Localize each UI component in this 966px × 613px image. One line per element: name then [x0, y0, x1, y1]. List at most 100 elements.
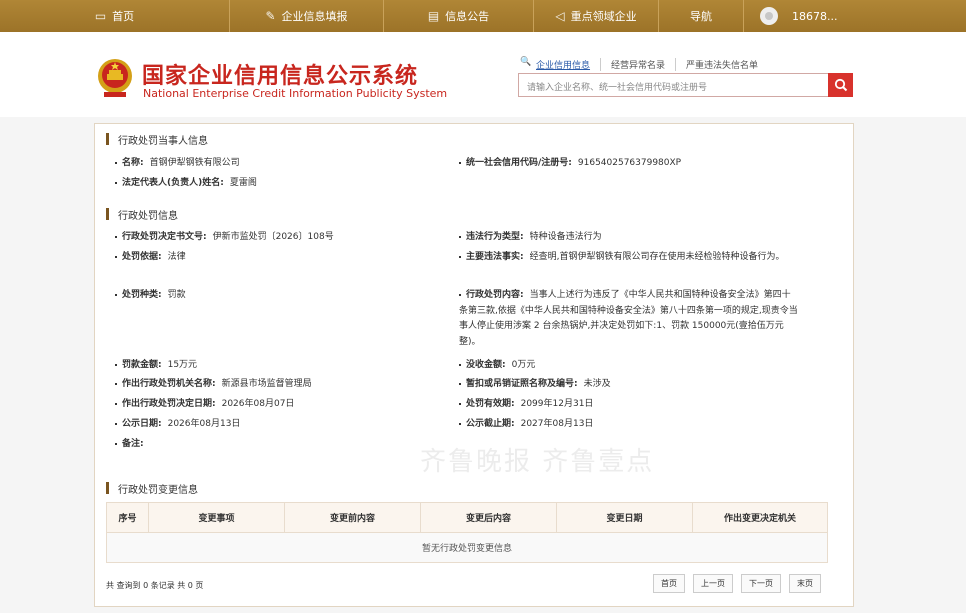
col-date: 变更日期	[556, 502, 693, 533]
field-confiscate-amount-value: 0万元	[511, 360, 536, 370]
field-decision-number-label: 行政处罚决定书文号:	[122, 232, 207, 242]
col-before: 变更前内容	[284, 502, 421, 533]
field-decision-date-value: 2026年08月07日	[221, 399, 295, 409]
nav-home[interactable]: ▭ 首页	[0, 0, 230, 32]
nav-user[interactable]: 18678...	[744, 0, 966, 32]
tab-abnormal-list[interactable]: 经营异常名录	[601, 58, 677, 71]
nav-guide[interactable]: 导航	[659, 0, 744, 32]
nav-fill[interactable]: ✎ 企业信息填报	[230, 0, 384, 32]
avatar	[760, 7, 778, 25]
national-emblem-icon	[98, 59, 132, 97]
field-credit-code-label: 统一社会信用代码/注册号:	[466, 158, 572, 168]
prev-page-button[interactable]: 上一页	[693, 574, 733, 593]
nav-notice[interactable]: ▤ 信息公告	[384, 0, 534, 32]
field-publish-end-label: 公示截止期:	[466, 419, 515, 429]
field-name-label: 名称:	[122, 158, 144, 168]
monitor-icon: ▭	[94, 9, 107, 23]
megaphone-icon: ◁	[555, 9, 565, 23]
field-main-fact-value: 经查明,首钢伊犁钢铁有限公司存在使用未经检验特种设备行为。	[529, 252, 785, 262]
search-tabs: 企业信用信息 经营异常名录 严重违法失信名单	[520, 57, 768, 71]
field-publish-end: 公示截止期: 2027年08月13日	[459, 417, 593, 432]
site-subtitle: National Enterprise Credit Information P…	[143, 87, 448, 100]
field-license-value: 未涉及	[583, 379, 611, 389]
site-title: 国家企业信用信息公示系统	[142, 63, 419, 89]
tab-blacklist[interactable]: 严重违法失信名单	[676, 58, 768, 71]
field-authority-value: 新源县市场监督管理局	[221, 379, 312, 389]
field-representative-value: 夏雷阁	[229, 178, 257, 188]
pen-icon: ✎	[265, 9, 276, 23]
field-credit-code: 统一社会信用代码/注册号: 9165402576379980XP	[459, 156, 681, 171]
col-item: 变更事项	[148, 502, 285, 533]
field-authority: 作出行政处罚机关名称: 新源县市场监督管理局	[115, 377, 312, 392]
watermark: 齐鲁晚报 齐鲁壹点	[420, 446, 655, 477]
section-changes-title: 行政处罚变更信息	[106, 481, 198, 496]
field-decision-number-value: 伊新市监处罚〔2026〕108号	[212, 232, 334, 242]
search-icon	[834, 78, 847, 92]
table-row: 暂无行政处罚变更信息	[106, 532, 828, 563]
field-representative-label: 法定代表人(负责人)姓名:	[122, 178, 224, 188]
field-remark: 备注:	[115, 437, 144, 452]
changes-table: 序号 变更事项 变更前内容 变更后内容 变更日期 作出变更决定机关 暂无行政处罚…	[106, 502, 828, 563]
nav-guide-label: 导航	[690, 10, 712, 23]
nav-fill-label: 企业信息填报	[281, 10, 348, 23]
field-valid-period-value: 2099年12月31日	[520, 399, 594, 409]
pager: 首页 上一页 下一页 末页	[653, 574, 821, 593]
field-representative: 法定代表人(负责人)姓名: 夏雷阁	[115, 176, 257, 191]
field-penalty-content: 行政处罚内容: 当事人上述行为违反了《中华人民共和国特种设备安全法》第四十条第三款…	[459, 288, 799, 350]
field-main-fact-label: 主要违法事实:	[466, 252, 524, 262]
field-fine-amount-label: 罚款金额:	[122, 360, 162, 370]
field-penalty-kind-value: 罚款	[167, 290, 186, 300]
field-fine-amount: 罚款金额: 15万元	[115, 358, 197, 373]
col-index: 序号	[106, 502, 149, 533]
field-main-fact: 主要违法事实: 经查明,首钢伊犁钢铁有限公司存在使用未经检验特种设备行为。	[459, 250, 797, 265]
table-header-row: 序号 变更事项 变更前内容 变更后内容 变更日期 作出变更决定机关	[106, 502, 828, 533]
field-basis: 处罚依据: 法律	[115, 250, 186, 265]
content-panel: 行政处罚当事人信息 名称: 首钢伊犁钢铁有限公司 统一社会信用代码/注册号: 916…	[94, 123, 854, 607]
search-input[interactable]: 请输入企业名称、统一社会信用代码或注册号	[518, 73, 830, 97]
field-license-label: 暂扣或吊销证照名称及编号:	[466, 379, 578, 389]
nav-key-label: 重点领域企业	[570, 10, 637, 23]
field-confiscate-amount: 没收金额: 0万元	[459, 358, 535, 373]
search-button[interactable]	[828, 73, 853, 97]
field-valid-period-label: 处罚有效期:	[466, 399, 515, 409]
field-remark-label: 备注:	[122, 439, 144, 449]
field-license: 暂扣或吊销证照名称及编号: 未涉及	[459, 377, 611, 392]
field-publish-end-value: 2027年08月13日	[520, 419, 594, 429]
tab-credit-info[interactable]: 企业信用信息	[520, 57, 602, 71]
field-penalty-kind-label: 处罚种类:	[122, 290, 162, 300]
field-violation-type-value: 特种设备违法行为	[529, 232, 602, 242]
field-violation-type-label: 违法行为类型:	[466, 232, 524, 242]
nav-key[interactable]: ◁ 重点领域企业	[534, 0, 659, 32]
pager-summary: 共 查询到 0 条记录 共 0 页	[106, 581, 204, 590]
field-confiscate-amount-label: 没收金额:	[466, 360, 506, 370]
field-fine-amount-value: 15万元	[167, 360, 198, 370]
field-name-value: 首钢伊犁钢铁有限公司	[149, 158, 240, 168]
field-basis-label: 处罚依据:	[122, 252, 162, 262]
col-after: 变更后内容	[420, 502, 557, 533]
next-page-button[interactable]: 下一页	[741, 574, 781, 593]
field-authority-label: 作出行政处罚机关名称:	[122, 379, 216, 389]
field-publish-date: 公示日期: 2026年08月13日	[115, 417, 240, 432]
field-decision-date-label: 作出行政处罚决定日期:	[122, 399, 216, 409]
field-violation-type: 违法行为类型: 特种设备违法行为	[459, 230, 602, 245]
field-decision-number: 行政处罚决定书文号: 伊新市监处罚〔2026〕108号	[115, 230, 334, 245]
first-page-button[interactable]: 首页	[653, 574, 685, 593]
top-nav: ▭ 首页 ✎ 企业信息填报 ▤ 信息公告 ◁ 重点领域企业 导航 18678..…	[0, 0, 966, 32]
col-authority: 作出变更决定机关	[692, 502, 828, 533]
field-penalty-content-label: 行政处罚内容:	[466, 290, 524, 300]
section-party-title: 行政处罚当事人信息	[106, 132, 208, 147]
nav-notice-label: 信息公告	[445, 10, 490, 23]
section-penalty-title: 行政处罚信息	[106, 207, 178, 222]
field-name: 名称: 首钢伊犁钢铁有限公司	[115, 156, 240, 171]
field-basis-value: 法律	[167, 252, 186, 262]
document-icon: ▤	[427, 9, 440, 23]
last-page-button[interactable]: 末页	[789, 574, 821, 593]
field-valid-period: 处罚有效期: 2099年12月31日	[459, 397, 593, 412]
field-decision-date: 作出行政处罚决定日期: 2026年08月07日	[115, 397, 294, 412]
field-publish-date-label: 公示日期:	[122, 419, 162, 429]
user-name: 18678...	[792, 9, 838, 23]
empty-message: 暂无行政处罚变更信息	[106, 532, 828, 563]
field-publish-date-value: 2026年08月13日	[167, 419, 241, 429]
field-penalty-kind: 处罚种类: 罚款	[115, 288, 186, 303]
field-credit-code-value: 9165402576379980XP	[577, 158, 682, 168]
